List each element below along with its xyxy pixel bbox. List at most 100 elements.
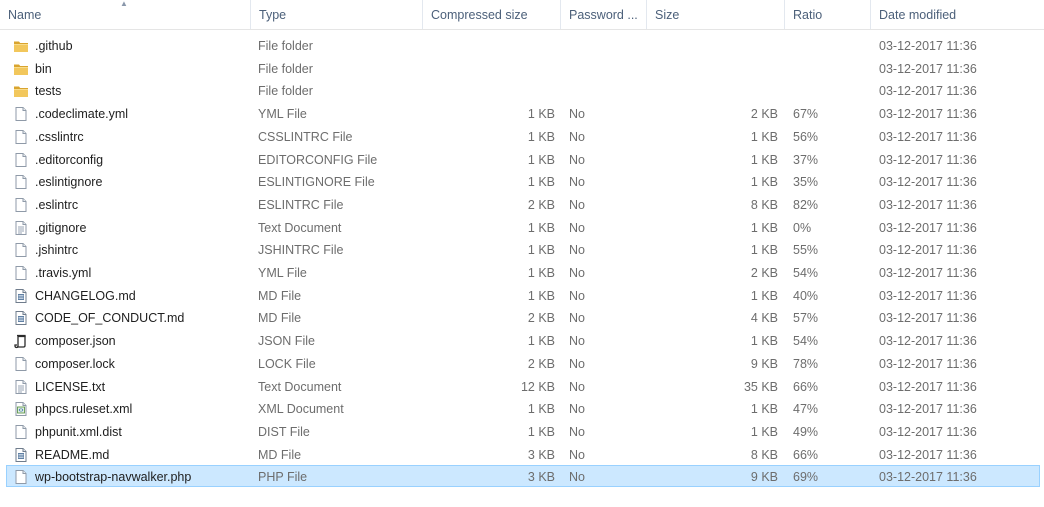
file-row[interactable]: .travis.yml YML File 1 KB No 2 KB 54% 03-12-20… (6, 261, 1040, 283)
file-name: .csslintrc (35, 129, 84, 144)
date-modified: 03-12-2017 11:36 (879, 129, 977, 144)
blank-file-icon (13, 129, 29, 145)
compression-ratio: 54% (793, 334, 819, 349)
compressed-size: 1 KB (527, 129, 555, 144)
column-header-type[interactable]: Type (251, 0, 422, 29)
password-protected: No (569, 470, 585, 485)
compressed-size: 1 KB (527, 266, 555, 280)
file-row[interactable]: .jshintrc JSHINTRC File 1 KB No 1 KB 55% 03-12… (6, 238, 1040, 260)
file-row[interactable]: composer.json JSON File 1 KB No 1 KB 54% 03-12… (6, 329, 1040, 351)
password-protected: No (569, 356, 585, 371)
file-name-cell: CHANGELOG.md (13, 285, 253, 307)
date-modified: 03-12-2017 11:36 (879, 402, 977, 417)
file-name-cell: CODE_OF_CONDUCT.md (13, 307, 253, 329)
file-type: CSSLINTRC File (258, 129, 353, 144)
compressed-size: 1 KB (527, 107, 555, 122)
file-name: CHANGELOG.md (35, 288, 136, 303)
file-size: 1 KB (750, 288, 778, 303)
file-size: 1 KB (750, 129, 778, 144)
column-header-name[interactable]: Name ▲ (0, 0, 250, 29)
file-name-cell: composer.lock (13, 353, 253, 375)
file-row[interactable]: .csslintrc CSSLINTRC File 1 KB No 1 KB 56% 03-… (6, 125, 1040, 147)
date-modified: 03-12-2017 11:36 (879, 84, 977, 99)
file-type: MD File (258, 288, 302, 303)
file-type: DIST File (258, 424, 310, 439)
file-type: LOCK File (258, 356, 316, 371)
file-size: 4 KB (750, 311, 778, 326)
compression-ratio: 37% (793, 152, 819, 167)
file-name: phpunit.xml.dist (35, 424, 122, 439)
column-header-date-modified[interactable]: Date modified (871, 0, 1044, 29)
column-header-password[interactable]: Password ... (561, 0, 646, 29)
file-row[interactable]: .editorconfig EDITORCONFIG File 1 KB No 1 KB… (6, 148, 1040, 170)
folder-row[interactable]: bin File folder 03-12-2017 11:36 (6, 57, 1040, 79)
compression-ratio: 67% (793, 107, 819, 122)
file-name: .gitignore (35, 220, 87, 235)
date-modified: 03-12-2017 11:36 (879, 334, 977, 349)
file-size: 2 KB (750, 107, 778, 122)
column-header-compressed-size[interactable]: Compressed size (423, 0, 560, 29)
column-header-size[interactable]: Size (647, 0, 784, 29)
date-modified: 03-12-2017 11:36 (879, 447, 977, 462)
file-row[interactable]: wp-bootstrap-navwalker.php PHP File 3 KB No… (6, 465, 1040, 488)
folder-row[interactable]: tests File folder 03-12-2017 11:36 (6, 79, 1040, 101)
file-name-cell: wp-bootstrap-navwalker.php (13, 466, 253, 488)
compressed-size: 1 KB (527, 288, 555, 303)
password-protected: No (569, 379, 585, 394)
password-protected: No (569, 152, 585, 167)
blank-file-icon (13, 469, 29, 485)
file-row[interactable]: .eslintignore ESLINTIGNORE File 1 KB No 1 KB… (6, 170, 1040, 192)
password-protected (569, 35, 649, 57)
file-name: CODE_OF_CONDUCT.md (35, 311, 185, 326)
file-name: wp-bootstrap-navwalker.php (35, 470, 192, 485)
compressed-size: 3 KB (527, 447, 555, 462)
folder-icon (13, 83, 29, 99)
column-header-ratio[interactable]: Ratio (785, 0, 870, 29)
md-file-icon (13, 447, 29, 463)
file-row[interactable]: .gitignore Text Document 1 KB No 1 KB 0% 03-12… (6, 216, 1040, 238)
compression-ratio (793, 58, 873, 80)
compressed-size: 1 KB (527, 243, 555, 258)
folder-icon (13, 38, 29, 54)
file-row[interactable]: phpcs.ruleset.xml XML Document 1 KB No 1 KB 4… (6, 397, 1040, 419)
file-name-cell: .editorconfig (13, 149, 253, 171)
file-type: MD File (258, 447, 302, 462)
password-protected: No (569, 311, 585, 326)
file-name-cell: README.md (13, 444, 253, 466)
folder-row[interactable]: .github File folder 03-12-2017 11:36 (6, 34, 1040, 56)
compressed-size: 1 KB (527, 152, 555, 167)
file-row[interactable]: LICENSE.txt Text Document 12 KB No 35 KB 66% 0… (6, 375, 1040, 397)
file-name-cell: composer.json (13, 330, 253, 352)
file-row[interactable]: .eslintrc ESLINTRC File 2 KB No 8 KB 82% 03-12… (6, 193, 1040, 215)
file-row[interactable]: README.md MD File 3 KB No 8 KB 66% 03-12-2017 … (6, 443, 1040, 465)
file-row[interactable]: phpunit.xml.dist DIST File 1 KB No 1 KB 49% 03… (6, 420, 1040, 442)
file-name: bin (35, 61, 52, 76)
password-protected: No (569, 243, 585, 258)
file-name: .jshintrc (35, 243, 79, 258)
file-size: 8 KB (750, 197, 778, 212)
compressed-size: 1 KB (527, 175, 555, 190)
file-row[interactable]: composer.lock LOCK File 2 KB No 9 KB 78% 03-12… (6, 352, 1040, 374)
column-header-bar: Name ▲ Type Compressed size Password ...… (0, 0, 1044, 30)
file-name-cell: phpcs.ruleset.xml (13, 398, 253, 420)
file-type: MD File (258, 311, 302, 326)
file-row[interactable]: CHANGELOG.md MD File 1 KB No 1 KB 40% 03-12-20… (6, 284, 1040, 306)
date-modified: 03-12-2017 11:36 (879, 107, 977, 122)
date-modified: 03-12-2017 11:36 (879, 175, 977, 190)
file-type: File folder (258, 61, 313, 76)
compression-ratio: 47% (793, 402, 819, 417)
file-size: 1 KB (750, 152, 778, 167)
folder-icon (13, 61, 29, 77)
file-name-cell: phpunit.xml.dist (13, 421, 253, 443)
column-header-name-label: Name (8, 8, 42, 22)
file-name-cell: LICENSE.txt (13, 376, 253, 398)
date-modified: 03-12-2017 11:36 (879, 61, 977, 76)
blank-file-icon (13, 265, 29, 281)
file-type: YML File (258, 266, 307, 280)
file-row[interactable]: CODE_OF_CONDUCT.md MD File 2 KB No 4 KB 57% 03… (6, 306, 1040, 328)
file-type: File folder (258, 84, 313, 99)
file-type: ESLINTRC File (258, 197, 344, 212)
compressed-size: 2 KB (527, 356, 555, 371)
file-type: File folder (258, 39, 313, 53)
file-row[interactable]: .codeclimate.yml YML File 1 KB No 2 KB 67% 03-… (6, 102, 1040, 124)
